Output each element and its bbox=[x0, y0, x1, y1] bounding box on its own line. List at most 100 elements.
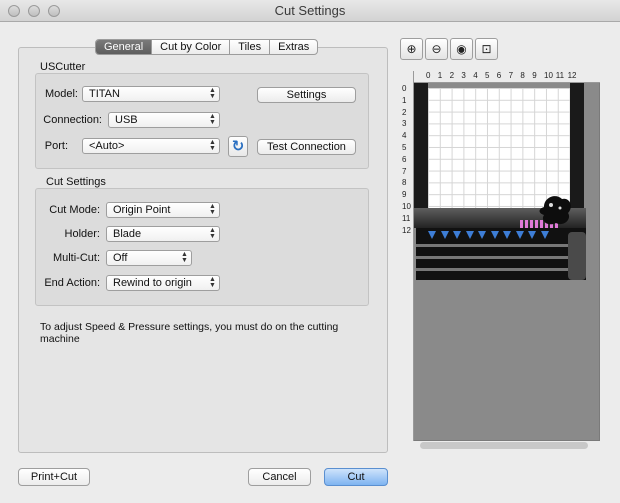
zoom-fit-button[interactable]: ◉ bbox=[450, 38, 473, 60]
select-arrows-icon: ▲ ▼ bbox=[209, 139, 216, 152]
speed-pressure-note: To adjust Speed & Pressure settings, you… bbox=[40, 321, 339, 345]
minimize-window-button[interactable] bbox=[28, 5, 40, 17]
multicut-value: Off bbox=[113, 252, 128, 264]
ruler-tick: 9 bbox=[402, 190, 407, 200]
end-action-select[interactable]: Rewind to origin ▲ ▼ bbox=[106, 275, 220, 291]
zoom-in-icon: ⊕ bbox=[406, 42, 417, 56]
tab-cut-by-color[interactable]: Cut by Color bbox=[152, 40, 231, 54]
ruler-left: 0 1 2 3 4 5 6 7 8 9 10 11 12 bbox=[400, 71, 414, 441]
port-select[interactable]: <Auto> ▲ ▼ bbox=[82, 138, 220, 154]
test-connection-button[interactable]: Test Connection bbox=[257, 139, 356, 155]
ruler-tick: 2 bbox=[402, 107, 407, 117]
zoom-out-button[interactable]: ⊖ bbox=[425, 38, 448, 60]
connection-label: Connection: bbox=[43, 114, 102, 126]
tab-general[interactable]: General bbox=[96, 40, 153, 54]
machine-side-left bbox=[414, 83, 428, 213]
holder-label: Holder: bbox=[64, 228, 100, 240]
ruler-tick: 4 bbox=[402, 131, 407, 141]
ruler-tick: 5 bbox=[402, 143, 407, 152]
select-arrows-icon: ▲ ▼ bbox=[209, 113, 216, 126]
cancel-button[interactable]: Cancel bbox=[248, 468, 311, 486]
ruler-tick: 4 bbox=[473, 71, 478, 80]
roller-line bbox=[416, 268, 582, 271]
ruler-tick: 7 bbox=[402, 166, 407, 176]
ruler-tick: 2 bbox=[449, 71, 455, 80]
refresh-port-button[interactable]: ↻ bbox=[228, 136, 248, 157]
zoom-in-button[interactable]: ⊕ bbox=[400, 38, 423, 60]
pinch-roller-marker bbox=[515, 231, 524, 239]
port-value: <Auto> bbox=[89, 140, 125, 152]
ruler-tick: 0 bbox=[402, 84, 407, 93]
pinch-rollers bbox=[428, 231, 552, 239]
holder-value: Blade bbox=[113, 228, 142, 240]
pinch-roller-marker bbox=[503, 231, 511, 239]
select-arrows-icon: ▲ ▼ bbox=[209, 203, 216, 216]
ruler-tick: 9 bbox=[532, 71, 537, 80]
model-value: TITAN bbox=[89, 88, 120, 100]
ruler-tick: 1 bbox=[402, 95, 407, 105]
zoom-window-button[interactable] bbox=[48, 5, 60, 17]
zoom-page-icon: ⊡ bbox=[481, 42, 492, 56]
ruler-tick: 6 bbox=[402, 154, 407, 164]
roller-line bbox=[416, 256, 582, 259]
tab-extras[interactable]: Extras bbox=[270, 40, 317, 54]
ruler-tick: 12 bbox=[567, 71, 577, 80]
model-select[interactable]: TITAN ▲ ▼ bbox=[82, 86, 220, 102]
refresh-icon: ↻ bbox=[231, 138, 245, 155]
select-arrows-icon: ▲ ▼ bbox=[209, 227, 216, 240]
ruler-tick: 0 bbox=[426, 71, 431, 80]
pinch-roller-marker bbox=[540, 231, 549, 239]
pinch-roller-marker bbox=[465, 231, 474, 239]
ruler-tick: 8 bbox=[520, 71, 525, 80]
multicut-label: Multi-Cut: bbox=[52, 252, 100, 264]
connection-value: USB bbox=[115, 114, 138, 126]
ruler-tick: 12 bbox=[402, 225, 411, 235]
pinch-roller-marker bbox=[440, 231, 449, 239]
roller-knob bbox=[568, 232, 586, 280]
ruler-tick: 8 bbox=[402, 178, 407, 188]
pinch-roller-marker bbox=[478, 231, 486, 239]
settings-tabs: General Cut by Color Tiles Extras bbox=[95, 39, 319, 55]
multicut-select[interactable]: Off ▲ ▼ bbox=[106, 250, 192, 266]
ruler-tick: 10 bbox=[544, 71, 553, 80]
end-action-value: Rewind to origin bbox=[113, 277, 192, 289]
title-bar: Cut Settings bbox=[0, 0, 620, 22]
settings-button[interactable]: Settings bbox=[257, 87, 356, 103]
zoom-page-button[interactable]: ⊡ bbox=[475, 38, 498, 60]
ruler-tick: 5 bbox=[485, 71, 490, 80]
ruler-tick: 6 bbox=[496, 71, 502, 80]
cut-settings-group-title: Cut Settings bbox=[46, 176, 106, 188]
end-action-label: End Action: bbox=[44, 277, 100, 289]
pinch-roller-marker bbox=[528, 231, 536, 239]
ruler-tick: 1 bbox=[437, 71, 443, 80]
design-shape bbox=[539, 196, 571, 225]
ruler-tick: 3 bbox=[461, 71, 466, 80]
preview-horizontal-scrollbar[interactable] bbox=[420, 442, 588, 449]
select-arrows-icon: ▲ ▼ bbox=[209, 276, 216, 289]
cut-mode-value: Origin Point bbox=[113, 204, 171, 216]
cutter-group-title: USCutter bbox=[40, 61, 86, 73]
zoom-out-icon: ⊖ bbox=[431, 42, 442, 56]
cut-mode-select[interactable]: Origin Point ▲ ▼ bbox=[106, 202, 220, 218]
pinch-roller-marker bbox=[428, 231, 436, 239]
ruler-tick: 11 bbox=[402, 213, 411, 223]
connection-select[interactable]: USB ▲ ▼ bbox=[108, 112, 220, 128]
holder-select[interactable]: Blade ▲ ▼ bbox=[106, 226, 220, 242]
tab-tiles[interactable]: Tiles bbox=[230, 40, 271, 54]
select-arrows-icon: ▲ ▼ bbox=[209, 87, 216, 100]
window-title: Cut Settings bbox=[274, 3, 346, 18]
zoom-fit-icon: ◉ bbox=[456, 42, 467, 56]
pinch-roller-marker bbox=[490, 231, 499, 239]
ruler-tick: 10 bbox=[402, 202, 411, 211]
ruler-tick: 11 bbox=[555, 71, 565, 80]
pinch-roller-marker bbox=[453, 231, 461, 239]
ruler-tick: 7 bbox=[508, 71, 514, 80]
cut-button[interactable]: Cut bbox=[324, 468, 388, 486]
select-arrows-icon: ▲ ▼ bbox=[181, 251, 188, 264]
port-label: Port: bbox=[44, 140, 68, 152]
print-cut-button[interactable]: Print+Cut bbox=[18, 468, 90, 486]
close-window-button[interactable] bbox=[8, 5, 20, 17]
roller-line bbox=[416, 244, 582, 247]
cut-mode-label: Cut Mode: bbox=[49, 204, 100, 216]
ruler-top: 0 1 2 3 4 5 6 7 8 9 10 11 12 bbox=[400, 71, 600, 83]
